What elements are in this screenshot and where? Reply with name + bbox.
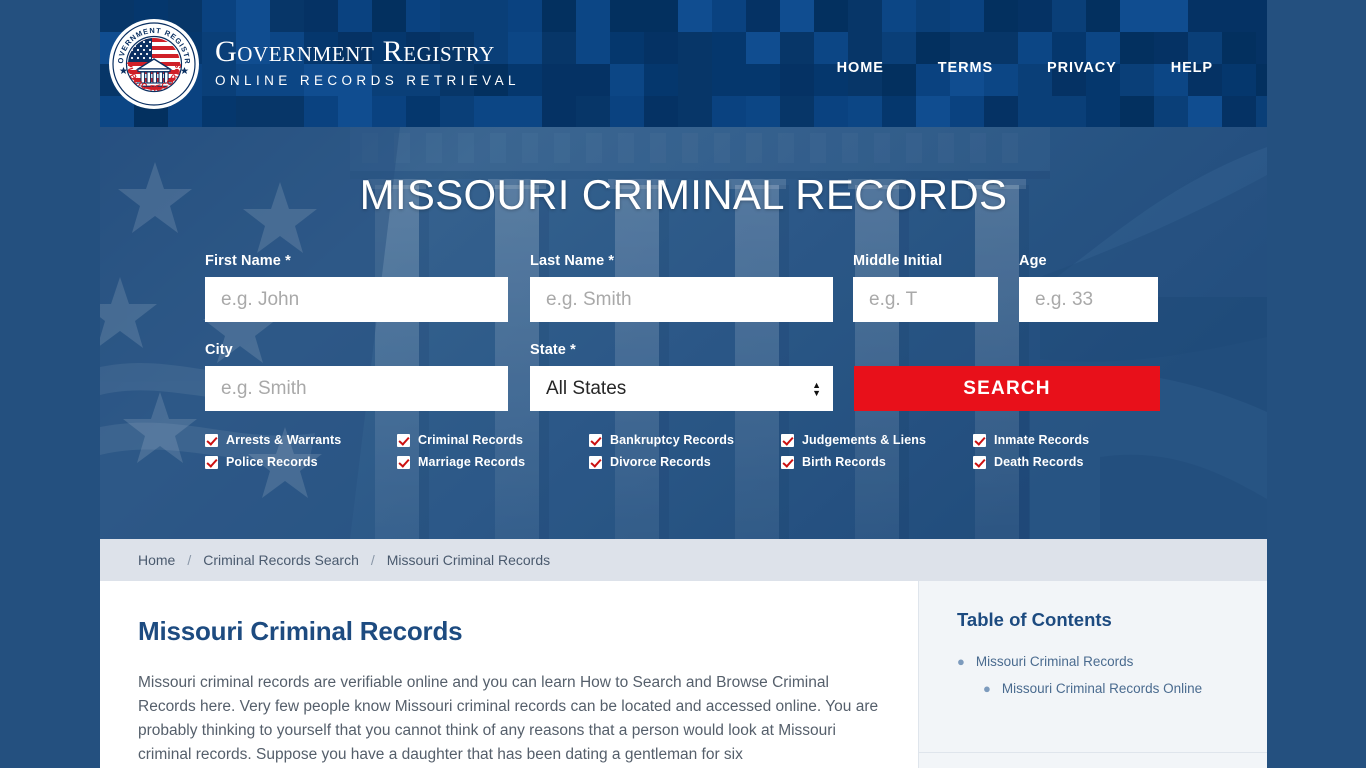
checkbox-label: Divorce Records	[610, 455, 711, 469]
checkmark-icon	[397, 455, 410, 469]
checkmark-icon	[205, 433, 218, 447]
main-navigation: HOME TERMS PRIVACY HELP	[810, 60, 1240, 76]
checkbox-label: Death Records	[994, 455, 1084, 469]
government-registry-seal-icon: GOVERNMENT REGISTRY PUBLIC RECORDS	[111, 21, 197, 107]
age-input[interactable]	[1019, 277, 1158, 322]
middle-initial-field-group: Middle Initial	[853, 253, 998, 322]
first-name-field-group: First Name *	[205, 253, 508, 322]
toc-link-missouri-criminal-records[interactable]: Missouri Criminal Records	[976, 654, 1134, 669]
checkmark-icon	[973, 433, 986, 447]
toc-list-item: ● Missouri Criminal Records	[957, 653, 1247, 671]
checkbox-death-records[interactable]: Death Records	[973, 455, 1267, 469]
hero-search-section: MISSOURI CRIMINAL RECORDS First Name * L…	[100, 127, 1267, 539]
page-title: MISSOURI CRIMINAL RECORDS	[359, 171, 1008, 218]
nav-item-privacy[interactable]: PRIVACY	[1020, 60, 1144, 76]
breadcrumb: Home / Criminal Records Search / Missour…	[100, 539, 1267, 581]
checkmark-icon	[589, 433, 602, 447]
checkbox-label: Arrests & Warrants	[226, 433, 342, 447]
checkbox-label: Birth Records	[802, 455, 886, 469]
last-name-label: Last Name *	[530, 253, 615, 269]
checkmark-icon	[973, 455, 986, 469]
checkbox-label: Inmate Records	[994, 433, 1090, 447]
state-field-group: State * All States ▲ ▼	[530, 342, 833, 411]
middle-initial-label: Middle Initial	[853, 253, 943, 269]
checkbox-bankruptcy-records[interactable]: Bankruptcy Records	[589, 433, 781, 447]
toc-list: ● Missouri Criminal Records ● Missouri Cri…	[957, 653, 1247, 698]
checkbox-label: Marriage Records	[418, 455, 526, 469]
state-select[interactable]: All States	[530, 366, 833, 411]
breadcrumb-separator: /	[370, 552, 375, 568]
article: Missouri Criminal Records Missouri crimi…	[100, 581, 918, 768]
last-name-field-group: Last Name *	[530, 253, 833, 322]
nav-item-help[interactable]: HELP	[1144, 60, 1240, 76]
table-of-contents-sidebar: Table of Contents ● Missouri Criminal Rec…	[918, 581, 1267, 768]
checkbox-birth-records[interactable]: Birth Records	[781, 455, 973, 469]
bullet-icon: ●	[983, 681, 991, 696]
breadcrumb-separator: /	[187, 552, 192, 568]
search-button-group: SEARCH	[854, 342, 1160, 411]
toc-list-item: ● Missouri Criminal Records Online	[957, 680, 1247, 698]
checkmark-icon	[397, 433, 410, 447]
city-input[interactable]	[205, 366, 508, 411]
toc-link-missouri-criminal-records-online[interactable]: Missouri Criminal Records Online	[1002, 681, 1202, 696]
checkbox-label: Bankruptcy Records	[610, 433, 735, 447]
checkbox-arrests-warrants[interactable]: Arrests & Warrants	[205, 433, 397, 447]
brand-subtitle: ONLINE RECORDS RETRIEVAL	[215, 72, 520, 88]
city-label: City	[205, 342, 233, 358]
checkbox-divorce-records[interactable]: Divorce Records	[589, 455, 781, 469]
checkmark-icon	[781, 433, 794, 447]
checkmark-icon	[205, 455, 218, 469]
checkbox-police-records[interactable]: Police Records	[205, 455, 397, 469]
state-label: State *	[530, 342, 576, 358]
record-type-checkbox-grid: Arrests & Warrants Criminal Records Bank…	[205, 433, 1267, 469]
bullet-icon: ●	[957, 654, 965, 669]
brand-title: Government Registry	[215, 35, 495, 69]
first-name-label: First Name *	[205, 253, 291, 269]
content-area: Missouri Criminal Records Missouri crimi…	[100, 581, 1267, 768]
brand-text: Government Registry ONLINE RECORDS RETRI…	[215, 36, 520, 92]
checkbox-label: Judgements & Liens	[802, 433, 927, 447]
brand-logo-group[interactable]: GOVERNMENT REGISTRY PUBLIC RECORDS Gover…	[111, 21, 520, 107]
checkbox-criminal-records[interactable]: Criminal Records	[397, 433, 589, 447]
page-container: GOVERNMENT REGISTRY PUBLIC RECORDS Gover…	[100, 0, 1267, 768]
checkbox-label: Criminal Records	[418, 433, 524, 447]
first-name-input[interactable]	[205, 277, 508, 322]
checkmark-icon	[589, 455, 602, 469]
checkbox-inmate-records[interactable]: Inmate Records	[973, 433, 1267, 447]
breadcrumb-item-current: Missouri Criminal Records	[386, 552, 551, 568]
site-header: GOVERNMENT REGISTRY PUBLIC RECORDS Gover…	[100, 0, 1267, 127]
article-paragraph: Missouri criminal records are verifiable…	[138, 674, 879, 764]
toc-divider	[919, 752, 1267, 753]
search-button[interactable]: SEARCH	[854, 366, 1160, 411]
breadcrumb-item-criminal-records-search[interactable]: Criminal Records Search	[203, 552, 359, 568]
middle-initial-input[interactable]	[853, 277, 998, 322]
last-name-input[interactable]	[530, 277, 833, 322]
nav-item-terms[interactable]: TERMS	[911, 60, 1020, 76]
age-label: Age	[1019, 253, 1047, 269]
toc-heading: Table of Contents	[957, 609, 1112, 630]
breadcrumb-item-home[interactable]: Home	[138, 552, 175, 568]
city-field-group: City	[205, 342, 508, 411]
checkmark-icon	[781, 455, 794, 469]
checkbox-label: Police Records	[226, 455, 318, 469]
nav-item-home[interactable]: HOME	[810, 60, 911, 76]
age-field-group: Age	[1019, 253, 1158, 322]
article-heading: Missouri Criminal Records	[138, 616, 463, 646]
checkbox-marriage-records[interactable]: Marriage Records	[397, 455, 589, 469]
checkbox-judgements-liens[interactable]: Judgements & Liens	[781, 433, 973, 447]
